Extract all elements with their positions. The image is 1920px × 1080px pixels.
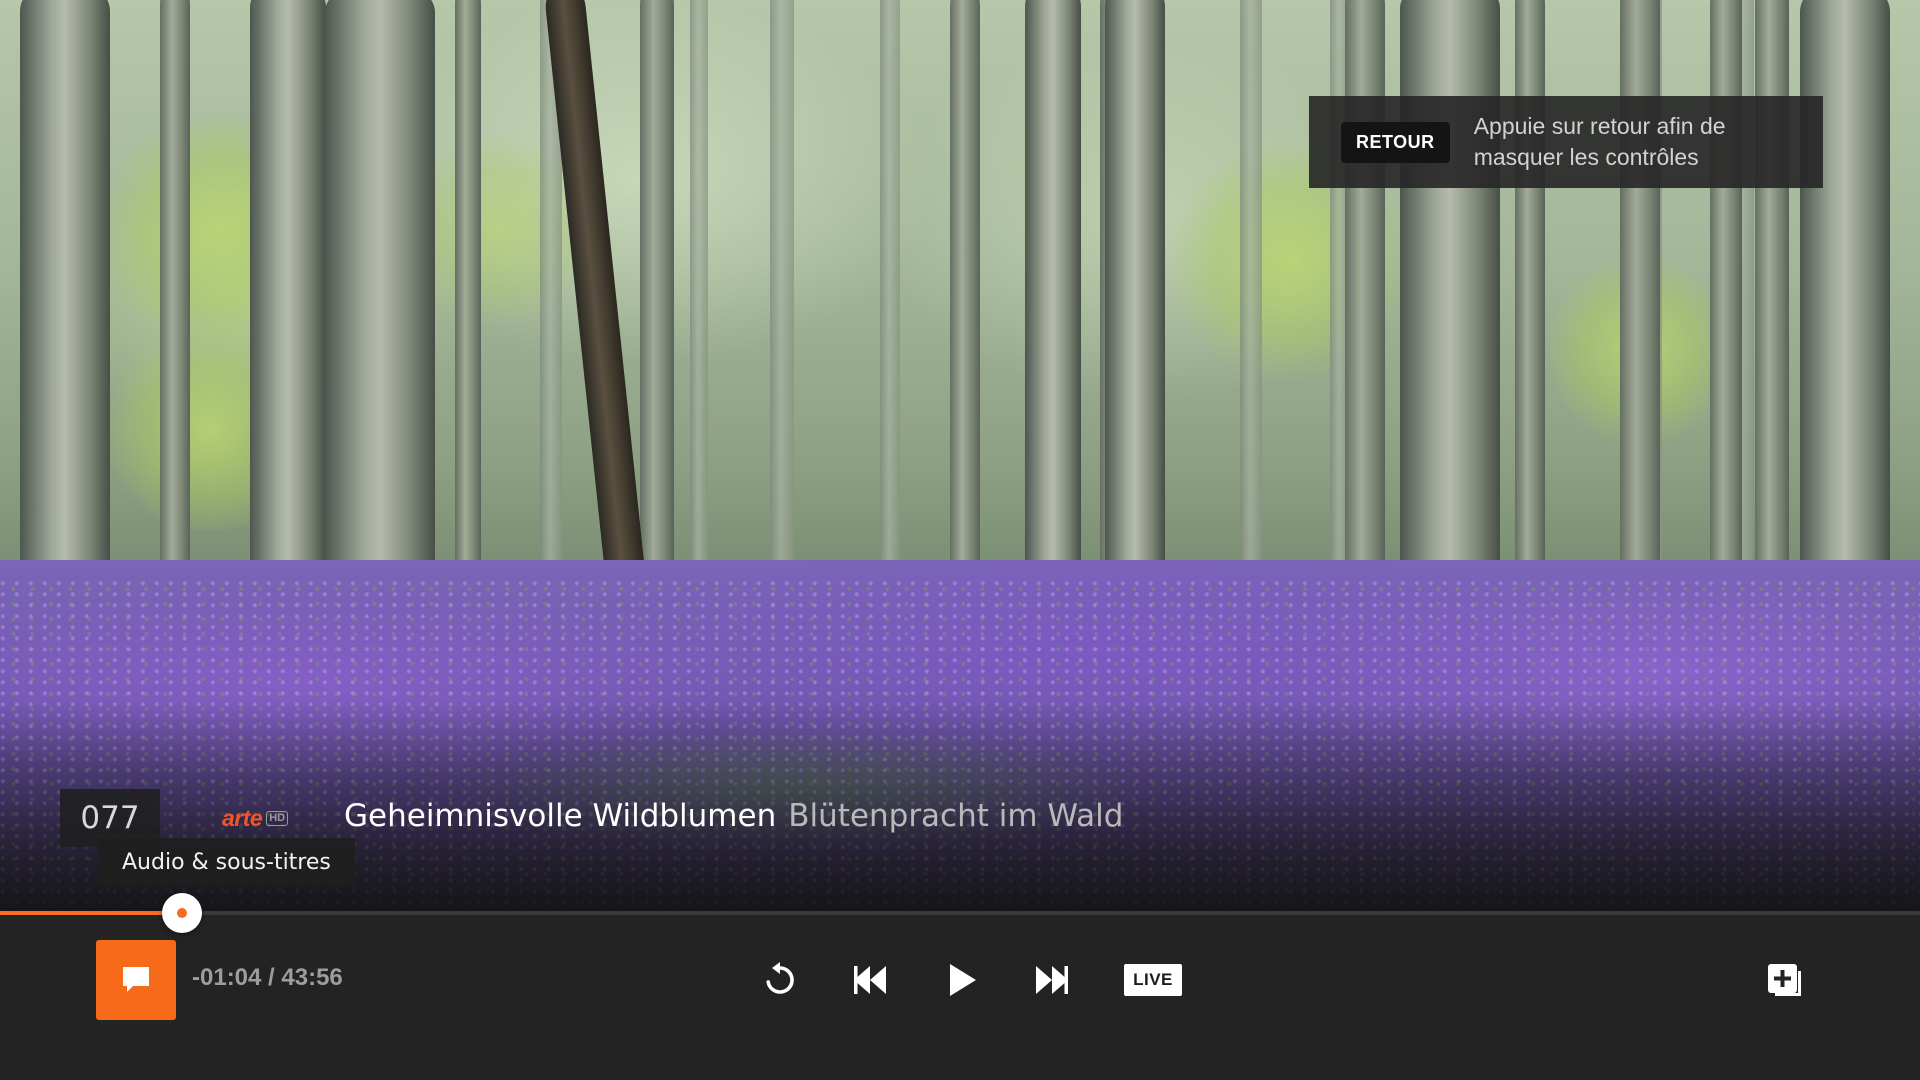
channel-logo: arte HD xyxy=(222,805,289,832)
add-recording-icon xyxy=(1768,964,1801,996)
restart-button[interactable] xyxy=(756,956,804,1004)
program-title-line: Geheimnisvolle Wildblumen Blütenpracht im… xyxy=(344,798,1123,834)
add-recording-button[interactable] xyxy=(1760,956,1808,1004)
audio-subtitles-tooltip: Audio & sous-titres xyxy=(98,838,355,886)
progress-bar[interactable] xyxy=(0,911,1920,915)
progress-thumb[interactable] xyxy=(162,893,202,933)
rewind-button[interactable] xyxy=(846,956,894,1004)
rewind-icon xyxy=(854,966,886,994)
progress-fill xyxy=(0,911,182,915)
speech-bubble-icon xyxy=(123,967,149,992)
video-player: RETOUR Appuie sur retour afin de masquer… xyxy=(0,0,1920,1080)
program-subtitle: Blütenpracht im Wald xyxy=(788,798,1124,834)
play-icon xyxy=(950,964,976,996)
program-title: Geheimnisvolle Wildblumen xyxy=(344,798,777,834)
hide-controls-hint: RETOUR Appuie sur retour afin de masquer… xyxy=(1309,96,1823,188)
hd-badge: HD xyxy=(266,811,289,826)
back-key-badge: RETOUR xyxy=(1341,121,1450,163)
fast-forward-icon xyxy=(1036,966,1068,994)
fast-forward-button[interactable] xyxy=(1028,956,1076,1004)
live-button[interactable]: LIVE xyxy=(1124,964,1182,996)
time-display: -01:04 / 43:56 xyxy=(192,964,343,991)
play-button[interactable] xyxy=(938,956,986,1004)
restart-icon xyxy=(766,962,794,994)
hint-message: Appuie sur retour afin de masquer les co… xyxy=(1473,113,1726,170)
channel-logo-text: arte xyxy=(222,805,263,831)
audio-subtitles-button[interactable] xyxy=(96,940,176,1020)
